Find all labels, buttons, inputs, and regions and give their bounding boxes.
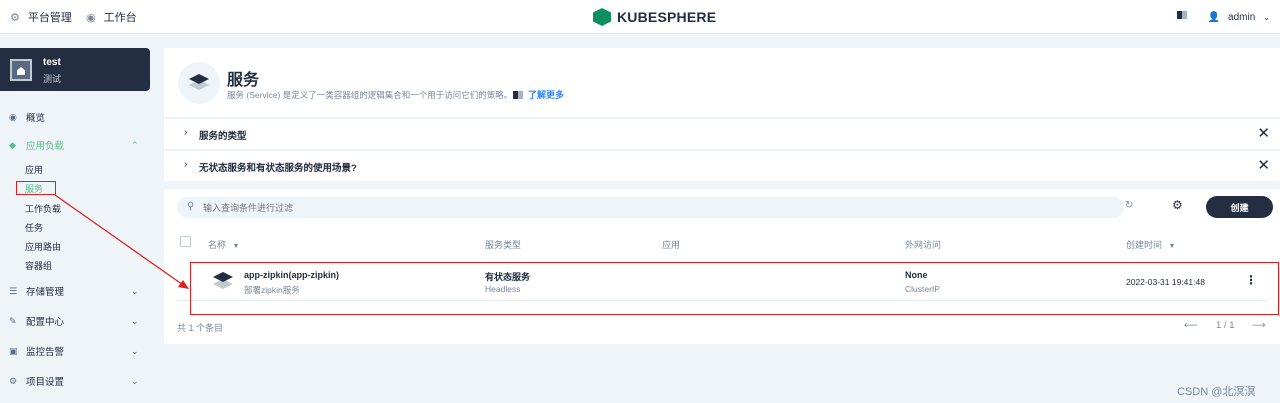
annotation-arrow xyxy=(54,194,189,289)
annotation-arrow-head xyxy=(178,280,189,289)
watermark: CSDN @北溟溟 xyxy=(1177,386,1256,398)
annotation-arrow-line xyxy=(54,194,187,288)
